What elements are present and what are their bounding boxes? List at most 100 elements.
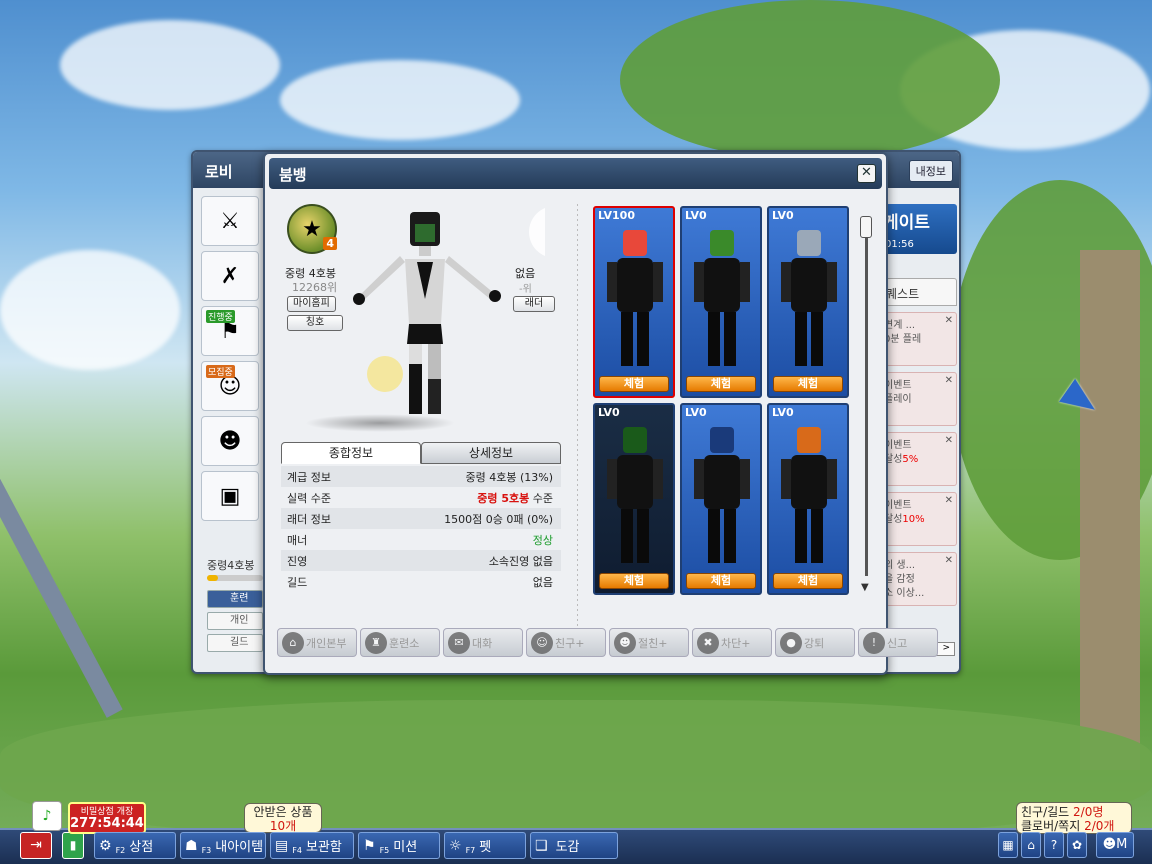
action-label: 훈련소 — [389, 636, 420, 650]
close-icon[interactable]: ✕ — [945, 554, 953, 568]
hud-button-item[interactable]: ☗ F3 내아이템 — [180, 832, 266, 859]
action-button[interactable]: ✉ 대화 — [443, 628, 523, 657]
quest-item[interactable]: ✕ 의 생... 을 감정 소 이상... — [879, 552, 957, 606]
battery-icon: ▮ — [62, 832, 84, 859]
storage-icon: ▤ — [275, 837, 289, 854]
quest-tab[interactable]: 퀘스트 — [879, 278, 957, 306]
close-icon[interactable]: ✕ — [945, 494, 953, 508]
hud-button-pet[interactable]: ☼ F7 펫 — [444, 832, 526, 859]
secret-shop-button[interactable]: 비밀상점 개장 277:54:44 — [68, 802, 146, 834]
friends-icon[interactable]: ☻M — [1096, 832, 1134, 858]
hud-button-shop[interactable]: ⚙ F2 상점 — [94, 832, 176, 859]
close-button[interactable]: ✕ — [857, 164, 876, 183]
mode-icon-3[interactable]: 진행중 ⚑ — [201, 306, 259, 356]
info-label: 매너 — [287, 533, 308, 547]
info-value-red: 중령 5호봉 — [477, 491, 530, 505]
close-icon[interactable]: ✕ — [945, 314, 953, 328]
hud-button-storage[interactable]: ▤ F4 보관함 — [270, 832, 354, 859]
chest-icon: ▣ — [219, 483, 241, 509]
action-button[interactable]: ⌂ 개인본부 — [277, 628, 357, 657]
item-icon: ☗ — [185, 837, 198, 854]
action-button[interactable]: ✖ 차단+ — [692, 628, 772, 657]
quest-line: 이벤트 — [884, 500, 912, 511]
chevron-down-icon[interactable]: ▼ — [861, 582, 869, 593]
character-card[interactable]: LV0 체험 — [680, 206, 762, 398]
event-banner[interactable]: 게이트 01:56 — [879, 204, 957, 254]
hotkey-label: F2 — [115, 846, 126, 855]
character-card[interactable]: LV0 체험 — [593, 403, 675, 595]
try-button[interactable]: 체험 — [773, 376, 843, 392]
profile-header: 붐뱅 ✕ — [269, 158, 882, 189]
lobby-tab-personal[interactable]: 개인 — [207, 612, 263, 630]
character-figure — [694, 427, 750, 563]
hud-button-mission[interactable]: ⚑ F5 미션 — [358, 832, 440, 859]
building-icon[interactable]: ▦ — [998, 832, 1018, 858]
tab-summary[interactable]: 종합정보 — [281, 442, 421, 464]
profile-window: 붐뱅 ✕ ★ 4 중령 4호봉 12268위 마이홈피 칭호 없음 -위 래더 … — [263, 152, 938, 675]
action-button[interactable]: ! 신고 — [858, 628, 938, 657]
home-icon[interactable]: ⌂ — [1021, 832, 1041, 858]
try-button[interactable]: 체험 — [599, 573, 669, 589]
mode-icon-5[interactable]: ☻ — [201, 416, 259, 466]
unreceived-items-bubble[interactable]: 안받은 상품 10개 — [244, 803, 322, 833]
scroll-track — [865, 236, 868, 576]
action-button[interactable]: ♜ 훈련소 — [360, 628, 440, 657]
tab-detail[interactable]: 상세정보 — [421, 442, 561, 464]
rank-badge-icon: ★ 4 — [287, 204, 337, 254]
action-label: 개인본부 — [306, 636, 347, 650]
quest-line: 0분 플레 — [884, 334, 922, 345]
friend-status-bubble: 친구/길드 2/0명 클로버/쪽지 2/0개 — [1016, 802, 1132, 834]
try-button[interactable]: 체험 — [773, 573, 843, 589]
event-banner-title: 게이트 — [883, 213, 930, 233]
quest-item[interactable]: ✕ 이벤트 플레이 — [879, 372, 957, 426]
action-button[interactable]: ● 강퇴 — [775, 628, 855, 657]
character-level: LV0 — [772, 209, 794, 222]
notice-icon[interactable]: ♪ — [32, 801, 62, 831]
character-card[interactable]: LV0 체험 — [680, 403, 762, 595]
info-value-green: 정상 — [532, 533, 553, 547]
settings-icon[interactable]: ✿ — [1067, 832, 1087, 858]
action-button[interactable]: ☺ 친구+ — [526, 628, 606, 657]
quest-item[interactable]: ✕ 연계 ... 0분 플레 — [879, 312, 957, 366]
unreceived-label: 안받은 상품 — [253, 805, 313, 819]
try-button[interactable]: 체험 — [686, 376, 756, 392]
hud-button-label: 펫 — [479, 840, 492, 855]
divider — [577, 204, 578, 644]
character-card[interactable]: LV100 체험 — [593, 206, 675, 398]
action-label: 대화 — [472, 636, 493, 650]
info-row: 래더 정보 1500점 0승 0패 (0%) — [281, 508, 561, 529]
character-card[interactable]: LV0 체험 — [767, 206, 849, 398]
best-friend-icon: ☻ — [614, 631, 636, 654]
hotkey-label: F3 — [201, 846, 212, 855]
close-icon[interactable]: ✕ — [945, 374, 953, 388]
exit-button[interactable]: ⇥ — [20, 832, 52, 859]
character-card[interactable]: LV0 체험 — [767, 403, 849, 595]
character-figure — [781, 427, 837, 563]
info-label: 래더 정보 — [287, 512, 331, 526]
action-button[interactable]: ☻ 절친+ — [609, 628, 689, 657]
title-button[interactable]: 칭호 — [287, 315, 343, 331]
quest-item[interactable]: ✕ 이벤트 달성10% — [879, 492, 957, 546]
hud-button-book[interactable]: ❑ 도감 — [530, 832, 618, 859]
bg-cloud — [280, 60, 520, 140]
mode-icon-4[interactable]: 모집중 ☺ — [201, 361, 259, 411]
mode-icon-6[interactable]: ▣ — [201, 471, 259, 521]
mode-icon-2[interactable]: ✗ — [201, 251, 259, 301]
myhome-button[interactable]: 마이홈피 — [287, 296, 336, 312]
help-icon[interactable]: ? — [1044, 832, 1064, 858]
info-label: 진영 — [287, 554, 308, 568]
close-icon[interactable]: ✕ — [945, 434, 953, 448]
lobby-tab-guild[interactable]: 길드 — [207, 634, 263, 652]
quest-percent: 10% — [902, 514, 925, 525]
mode-icon-1[interactable]: ⚔ — [201, 196, 259, 246]
quest-item[interactable]: ✕ 이벤트 달성5% — [879, 432, 957, 486]
friend-label: 친구/길드 — [1021, 805, 1070, 819]
character-scrollbar[interactable]: ▼ — [860, 214, 872, 594]
scroll-thumb[interactable] — [860, 216, 872, 238]
lobby-tab-training[interactable]: 훈련 — [207, 590, 263, 608]
my-info-button[interactable]: 내정보 — [908, 160, 953, 182]
try-button[interactable]: 체험 — [686, 573, 756, 589]
try-button[interactable]: 체험 — [599, 376, 669, 392]
info-value: 없음 — [532, 575, 553, 589]
info-row: 실력 수준 중령 5호봉 수준 — [281, 487, 561, 508]
